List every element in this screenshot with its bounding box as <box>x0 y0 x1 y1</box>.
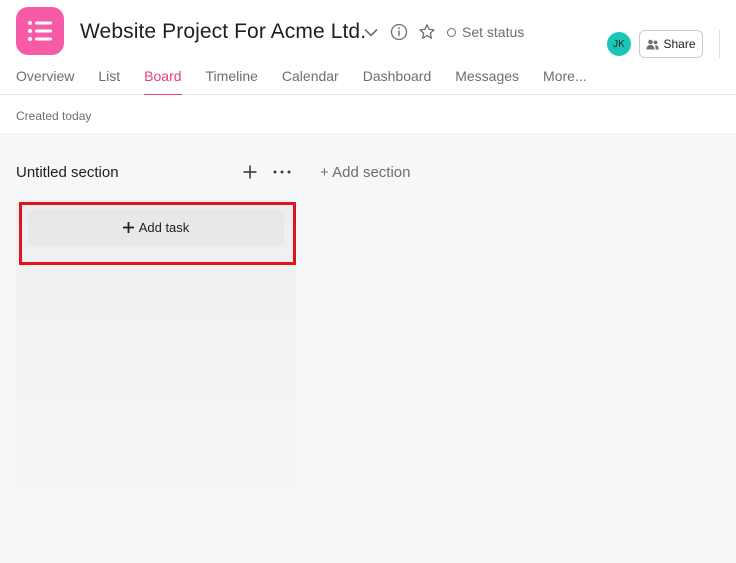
project-list-icon[interactable] <box>16 7 64 55</box>
project-subbar: Created today <box>0 95 736 135</box>
tab-calendar[interactable]: Calendar <box>282 68 339 95</box>
circle-icon <box>447 27 456 37</box>
chevron-down-icon <box>364 28 378 37</box>
tab-more[interactable]: More... <box>543 68 587 95</box>
board-area: Untitled section + Add section Add task <box>0 136 736 563</box>
tab-timeline[interactable]: Timeline <box>206 68 258 95</box>
tab-messages[interactable]: Messages <box>455 68 519 95</box>
tab-dashboard[interactable]: Dashboard <box>363 68 432 95</box>
add-task-button[interactable]: Add task <box>28 209 284 246</box>
set-status-button[interactable]: Set status <box>447 22 524 42</box>
title-actions <box>360 21 444 43</box>
favorite-button[interactable] <box>416 21 438 43</box>
star-icon <box>419 24 435 39</box>
tab-overview[interactable]: Overview <box>16 68 74 95</box>
project-title[interactable]: Website Project For Acme Ltd. <box>80 19 366 45</box>
section-title[interactable]: Untitled section <box>16 164 119 181</box>
section-more-button[interactable] <box>270 161 294 183</box>
info-icon <box>390 23 408 41</box>
more-icon <box>273 170 291 174</box>
add-section-button[interactable]: + Add section <box>320 164 410 181</box>
share-label: Share <box>663 37 696 51</box>
list-icon <box>28 21 52 41</box>
title-dropdown-button[interactable] <box>360 21 382 43</box>
tab-list[interactable]: List <box>98 68 120 95</box>
project-tabs: Overview List Board Timeline Calendar Da… <box>16 68 611 96</box>
section-add-task-button[interactable] <box>240 161 260 183</box>
tab-board[interactable]: Board <box>144 68 182 96</box>
project-details-button[interactable] <box>388 21 410 43</box>
plus-icon <box>122 222 134 233</box>
share-button[interactable]: Share <box>639 30 703 58</box>
add-task-label: Add task <box>138 220 190 235</box>
set-status-label: Set status <box>462 24 525 40</box>
user-avatar[interactable]: JK <box>607 32 631 56</box>
header-divider <box>719 30 720 58</box>
created-label: Created today <box>16 109 92 123</box>
project-header: Website Project For Acme Ltd. Set status… <box>0 0 736 96</box>
people-icon <box>646 39 660 49</box>
plus-icon <box>243 165 257 179</box>
